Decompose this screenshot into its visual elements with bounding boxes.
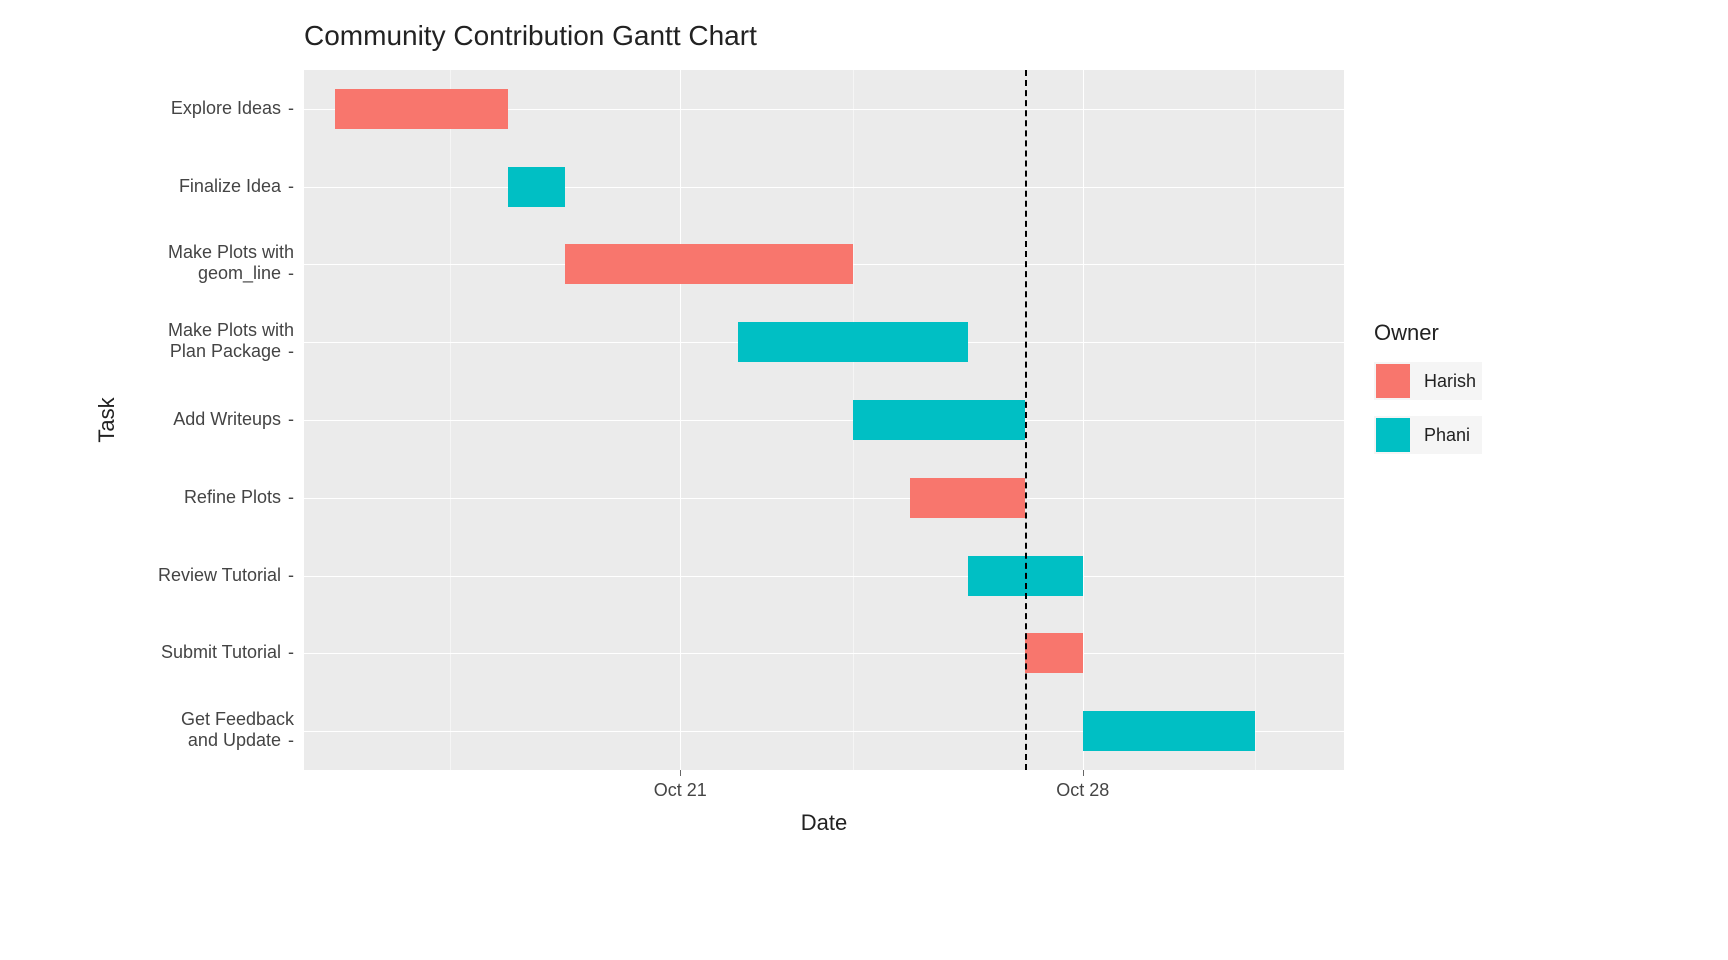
gantt-bar	[1025, 633, 1083, 673]
y-tick-label: Add Writeups -	[114, 409, 294, 430]
y-tick-label: Explore Ideas -	[114, 98, 294, 119]
legend-item-phani: Phani	[1374, 416, 1482, 454]
legend-label-harish: Harish	[1424, 371, 1476, 392]
gantt-bar	[508, 167, 566, 207]
chart-title: Community Contribution Gantt Chart	[304, 20, 757, 52]
y-tick-label: Make Plots with Plan Package -	[114, 320, 294, 361]
gridline-h	[304, 653, 1344, 654]
gantt-bar	[738, 322, 968, 362]
y-tick-label: Make Plots with geom_line -	[114, 242, 294, 283]
x-tick-label: Oct 21	[654, 780, 707, 801]
gantt-chart: Community Contribution Gantt Chart Task …	[114, 20, 1614, 840]
legend-item-harish: Harish	[1374, 362, 1482, 400]
legend-label-phani: Phani	[1424, 425, 1470, 446]
x-axis-title: Date	[304, 810, 1344, 836]
x-tick-mark	[680, 770, 681, 776]
legend-swatch-harish	[1376, 364, 1410, 398]
y-tick-label: Get Feedback and Update -	[114, 709, 294, 750]
gridline-v	[1083, 70, 1084, 770]
y-tick-label: Refine Plots -	[114, 487, 294, 508]
today-vline	[1025, 70, 1027, 770]
gridline-h	[304, 420, 1344, 421]
legend-title: Owner	[1374, 320, 1482, 346]
gridline-h	[304, 576, 1344, 577]
x-tick-mark	[1083, 770, 1084, 776]
gantt-bar	[853, 400, 1026, 440]
legend: Owner Harish Phani	[1374, 320, 1482, 470]
gridline-h	[304, 187, 1344, 188]
y-tick-label: Finalize Idea -	[114, 176, 294, 197]
plot-area	[304, 70, 1344, 770]
gridline-v	[1255, 70, 1256, 770]
gantt-bar	[335, 89, 508, 129]
y-tick-label: Review Tutorial -	[114, 565, 294, 586]
gantt-bar	[565, 244, 853, 284]
legend-swatch-phani	[1376, 418, 1410, 452]
gridline-h	[304, 498, 1344, 499]
gantt-bar	[1083, 711, 1256, 751]
gridline-v	[450, 70, 451, 770]
gridline-v	[680, 70, 681, 770]
gantt-bar	[910, 478, 1025, 518]
y-tick-label: Submit Tutorial -	[114, 642, 294, 663]
x-tick-label: Oct 28	[1056, 780, 1109, 801]
